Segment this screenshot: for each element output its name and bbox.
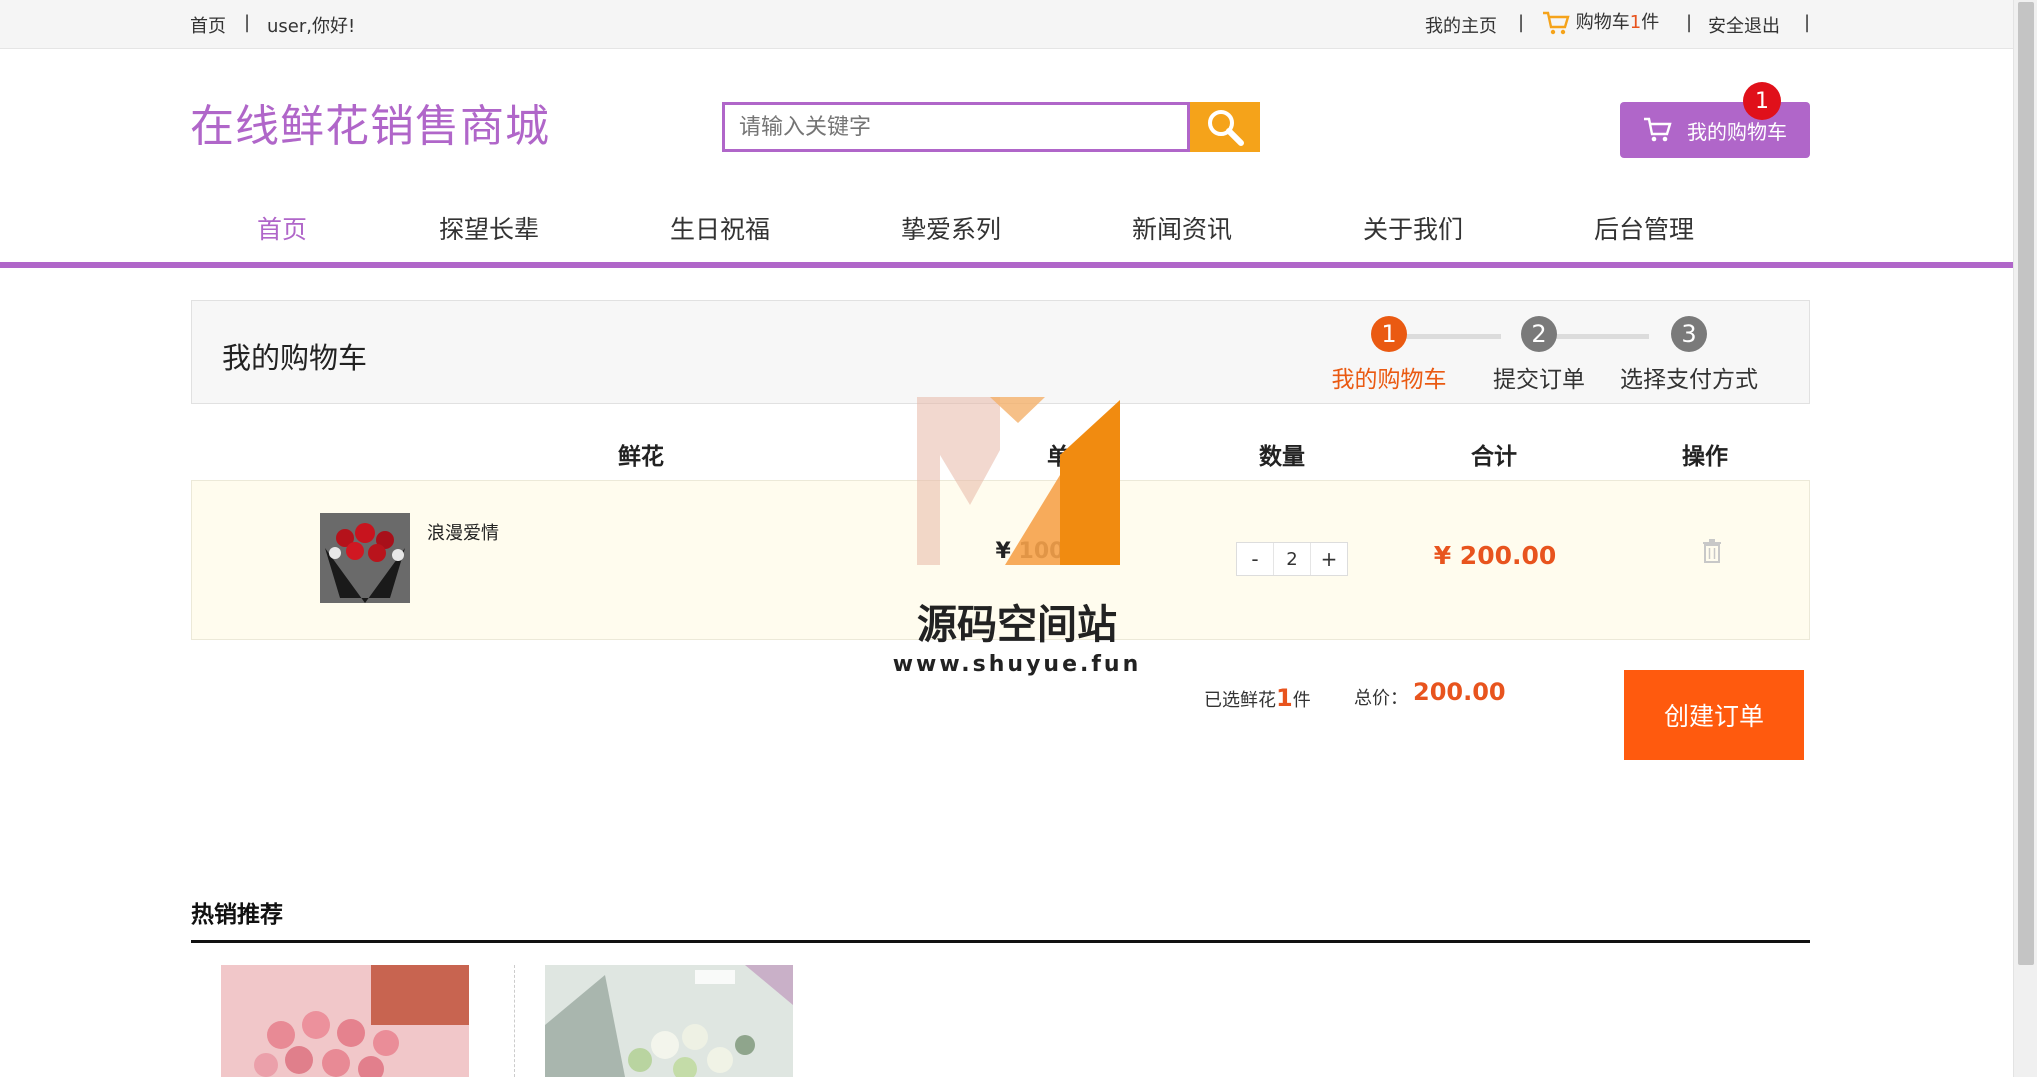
search-button[interactable] bbox=[1190, 102, 1260, 152]
column-header-quantity: 数量 bbox=[1259, 444, 1305, 470]
nav-item-elders[interactable]: 探望长辈 bbox=[439, 210, 539, 246]
nav-item-about[interactable]: 关于我们 bbox=[1363, 210, 1463, 246]
cart-count-badge: 1 bbox=[1743, 82, 1781, 120]
topbar-cart-prefix: 购物车 bbox=[1575, 12, 1630, 33]
vertical-scrollbar[interactable] bbox=[2013, 0, 2037, 1077]
selected-prefix: 已选鲜花 bbox=[1204, 690, 1276, 711]
nav-item-birthday[interactable]: 生日祝福 bbox=[670, 210, 770, 246]
watermark-title: 源码空间站 bbox=[917, 602, 1117, 648]
total-price-value: 200.00 bbox=[1413, 678, 1506, 706]
topbar-greeting: user,你好! bbox=[267, 16, 356, 37]
selected-suffix: 件 bbox=[1292, 690, 1311, 711]
topbar-cart-suffix: 件 bbox=[1641, 12, 1660, 33]
column-header-action: 操作 bbox=[1682, 444, 1728, 470]
selected-count-text: 已选鲜花1件 bbox=[1204, 684, 1311, 712]
topbar-separator: | bbox=[244, 12, 251, 33]
top-bar: 首页 | user,你好! 我的主页 | 购物车1件 | 安全退出 | bbox=[0, 0, 2013, 49]
delete-item-button[interactable] bbox=[1702, 539, 1722, 567]
cart-title: 我的购物车 bbox=[222, 341, 368, 375]
search-icon bbox=[1208, 110, 1244, 146]
create-order-button[interactable]: 创建订单 bbox=[1624, 670, 1804, 760]
total-price-label: 总价： bbox=[1354, 688, 1408, 709]
nav-item-home[interactable]: 首页 bbox=[257, 210, 307, 246]
watermark-url: www.shuyue.fun bbox=[892, 652, 1142, 677]
hot-product-image[interactable] bbox=[545, 965, 793, 1077]
quantity-stepper: - 2 + bbox=[1236, 542, 1348, 576]
step-1-label: 我的购物车 bbox=[1331, 367, 1447, 393]
my-cart-button[interactable]: 我的购物车 bbox=[1620, 102, 1810, 158]
hot-product-image[interactable] bbox=[221, 965, 469, 1077]
column-header-unit-price: 单价 bbox=[1047, 444, 1093, 470]
cart-icon bbox=[1543, 11, 1570, 35]
search-box bbox=[722, 102, 1190, 152]
column-header-flower: 鲜花 bbox=[618, 444, 664, 470]
site-logo[interactable]: 在线鲜花销售商城 bbox=[190, 90, 550, 154]
quantity-input[interactable]: 2 bbox=[1273, 543, 1311, 575]
nav-item-love-series[interactable]: 挚爱系列 bbox=[901, 210, 1001, 246]
product-name[interactable]: 浪漫爱情 bbox=[427, 519, 499, 545]
topbar-cart-count: 1 bbox=[1629, 12, 1642, 33]
quantity-decrease-button[interactable]: - bbox=[1237, 543, 1273, 575]
product-thumbnail[interactable] bbox=[320, 513, 410, 603]
item-subtotal: ¥ 200.00 bbox=[1433, 541, 1557, 570]
topbar-separator: | bbox=[1518, 12, 1525, 33]
cart-panel-header: 我的购物车 1 2 3 我的购物车 提交订单 选择支付方式 bbox=[191, 300, 1810, 404]
step-3-dot: 3 bbox=[1671, 316, 1707, 352]
topbar-cart-link[interactable]: 购物车1件 bbox=[1542, 8, 1659, 36]
my-cart-label: 我的购物车 bbox=[1687, 119, 1787, 144]
step-3-label: 选择支付方式 bbox=[1620, 367, 1758, 393]
trash-icon bbox=[1703, 539, 1721, 563]
step-1-dot: 1 bbox=[1371, 316, 1407, 352]
hot-section-title: 热销推荐 bbox=[191, 902, 283, 928]
unit-price: ¥ 100 bbox=[995, 539, 1065, 564]
search-input[interactable] bbox=[725, 105, 1187, 149]
step-2-dot: 2 bbox=[1521, 316, 1557, 352]
topbar-home-link[interactable]: 首页 bbox=[190, 12, 226, 38]
cart-icon bbox=[1644, 117, 1672, 142]
hot-section-divider bbox=[191, 940, 1810, 943]
step-2-label: 提交订单 bbox=[1493, 367, 1585, 393]
topbar-separator: | bbox=[1804, 12, 1811, 33]
topbar-my-home-link[interactable]: 我的主页 bbox=[1425, 12, 1497, 38]
main-nav: 首页 探望长辈 生日祝福 挚爱系列 新闻资讯 关于我们 后台管理 bbox=[0, 200, 2013, 268]
topbar-logout-link[interactable]: 安全退出 bbox=[1708, 12, 1780, 38]
scrollbar-thumb[interactable] bbox=[2018, 2, 2034, 965]
nav-item-admin[interactable]: 后台管理 bbox=[1594, 210, 1694, 246]
column-header-total: 合计 bbox=[1471, 444, 1517, 470]
hot-item-separator bbox=[514, 965, 515, 1077]
nav-item-news[interactable]: 新闻资讯 bbox=[1132, 210, 1232, 246]
selected-count: 1 bbox=[1276, 684, 1293, 712]
quantity-increase-button[interactable]: + bbox=[1311, 543, 1347, 575]
topbar-separator: | bbox=[1686, 12, 1693, 33]
